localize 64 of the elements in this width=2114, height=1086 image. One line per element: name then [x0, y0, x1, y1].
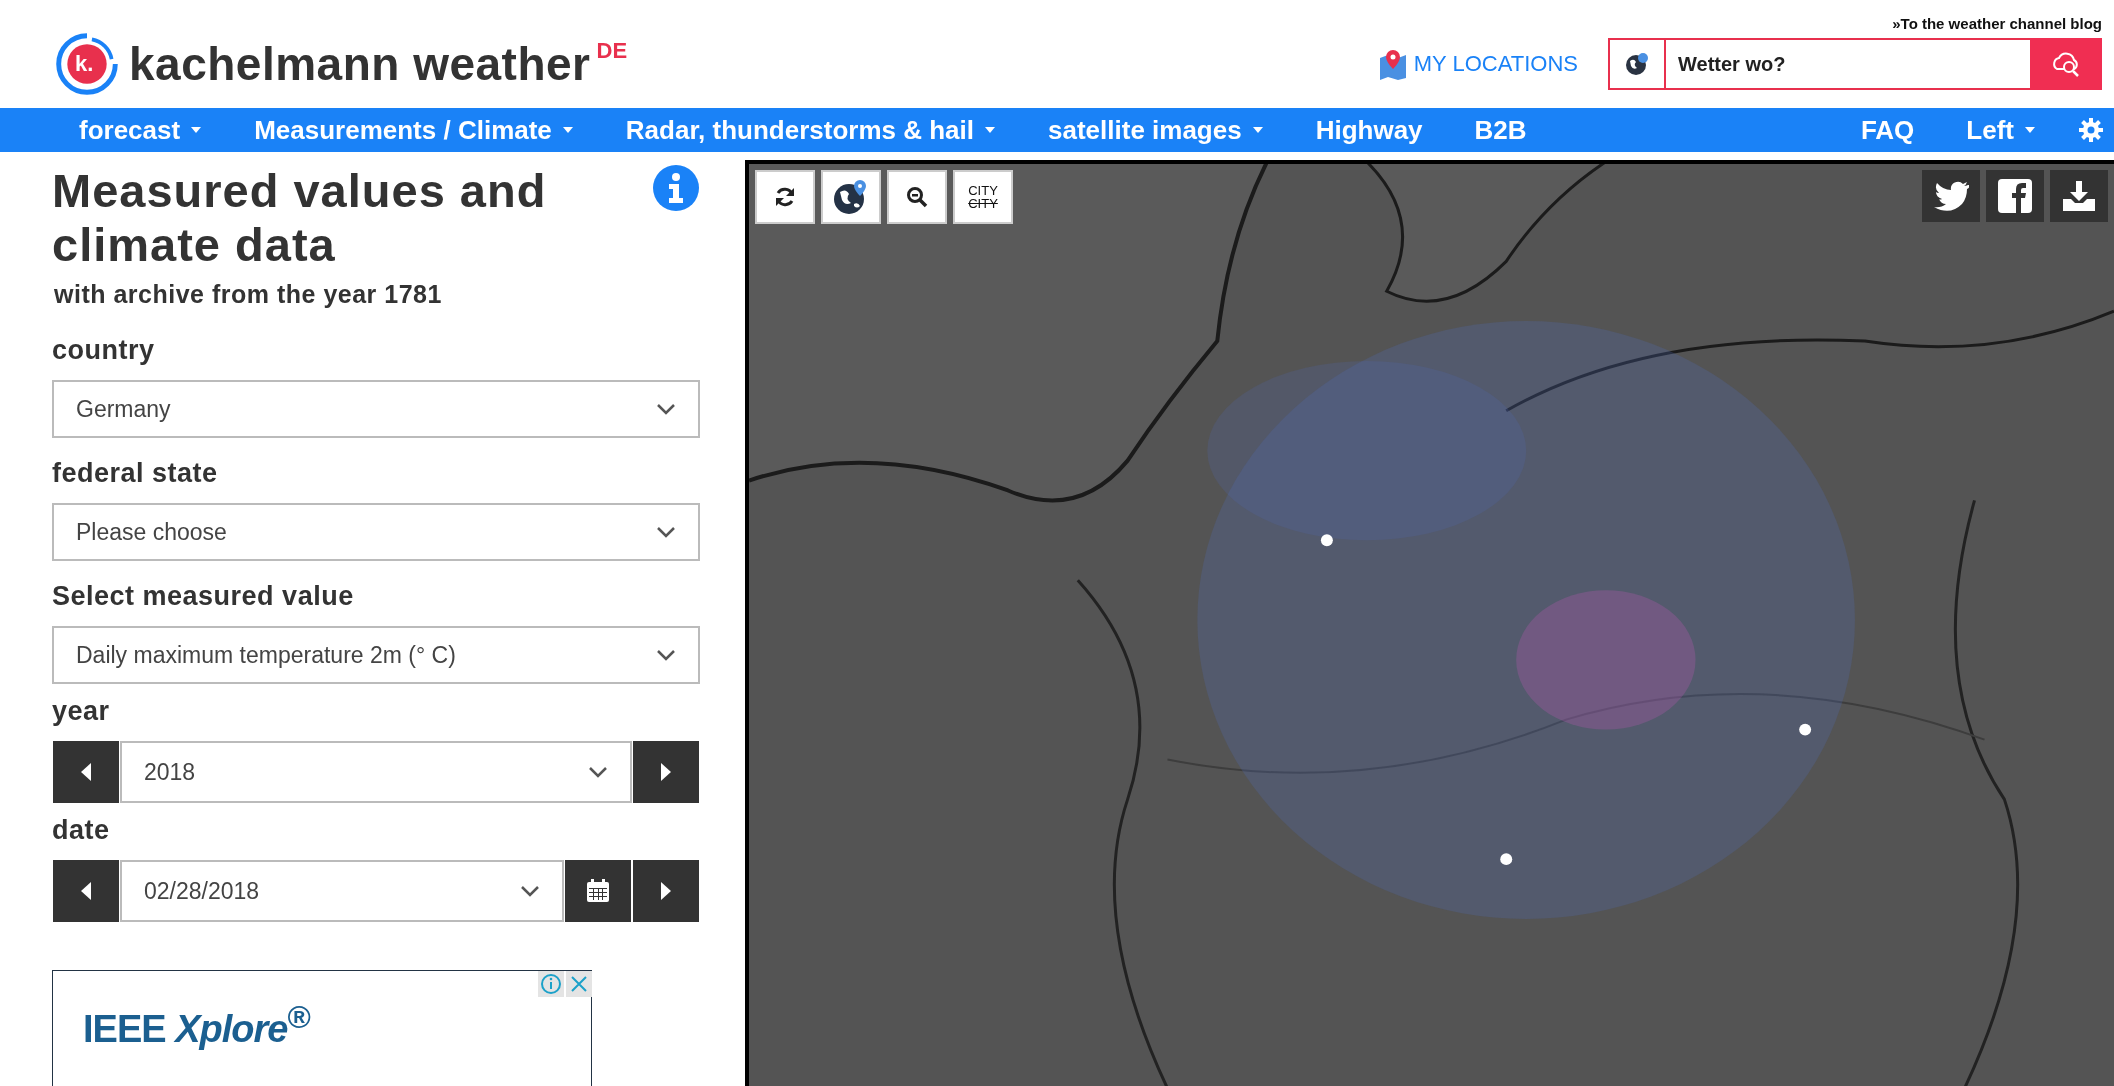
- settings-icon[interactable]: [2078, 117, 2104, 143]
- blog-link[interactable]: »To the weather channel blog: [1892, 15, 2102, 32]
- chevron-icon: [520, 885, 540, 897]
- left-arrow-icon: [79, 881, 93, 901]
- logo-icon: [55, 32, 119, 96]
- chevron-icon: [656, 403, 676, 415]
- map-pin-icon: [1377, 48, 1408, 80]
- city-labels-button[interactable]: CITY CITY: [953, 170, 1013, 224]
- subtitle: with archive from the year 1781: [54, 280, 443, 309]
- search-button[interactable]: [2030, 38, 2102, 90]
- page-title: Measured values and climate data: [52, 164, 548, 272]
- share-button[interactable]: [1986, 170, 2044, 222]
- zoom-out-button[interactable]: [887, 170, 947, 224]
- calendar-button[interactable]: [565, 860, 631, 922]
- field-label: year: [52, 696, 111, 727]
- field-label: country: [52, 335, 156, 366]
- country-code: DE: [596, 38, 628, 64]
- city-text-struck: CITY: [968, 197, 998, 210]
- previous-button[interactable]: [53, 860, 119, 922]
- chevron-icon: [656, 649, 676, 661]
- nav-item[interactable]: B2B: [1474, 114, 1527, 146]
- download-icon: [2062, 179, 2096, 213]
- download-button[interactable]: [2050, 170, 2108, 222]
- previous-button[interactable]: [53, 741, 119, 803]
- field-label: date: [52, 815, 111, 846]
- nav-item[interactable]: Measurements / Climate: [254, 114, 574, 146]
- share-button[interactable]: [1922, 170, 1980, 222]
- refresh-button[interactable]: [755, 170, 815, 224]
- logo-text[interactable]: kachelmann weather: [129, 37, 591, 91]
- map-panel[interactable]: CITY CITY: [745, 160, 2114, 1086]
- dropdown[interactable]: Please choose: [52, 503, 700, 561]
- refresh-icon: [773, 185, 797, 209]
- dropdown[interactable]: 02/28/2018: [120, 860, 564, 922]
- logo-mark: k.: [75, 51, 94, 77]
- calendar-icon: [586, 879, 610, 903]
- dropdown[interactable]: Daily maximum temperature 2m (° C): [52, 626, 700, 684]
- search-field[interactable]: Wetter wo?: [1666, 38, 2030, 90]
- nav-item[interactable]: forecast: [79, 114, 203, 146]
- right-arrow-icon: [659, 762, 673, 782]
- my-locations-link[interactable]: MY LOCATIONS: [1413, 51, 1578, 77]
- nav-item[interactable]: FAQ: [1860, 114, 1915, 146]
- field-label: federal state: [52, 458, 219, 489]
- locate-button[interactable]: [1608, 38, 1666, 90]
- zoom-out-icon: [906, 186, 928, 208]
- field-label: Select measured value: [52, 581, 355, 612]
- nav-item[interactable]: Highway: [1315, 114, 1423, 146]
- nav-item[interactable]: Left: [1966, 114, 2036, 146]
- right-arrow-icon: [659, 881, 673, 901]
- info-icon[interactable]: [652, 164, 700, 212]
- left-arrow-icon: [79, 762, 93, 782]
- next-button[interactable]: [633, 860, 699, 922]
- ad-logo-text: IEEE Xplore$^{®}$: [83, 1007, 310, 1050]
- dropdown[interactable]: Germany: [52, 380, 700, 438]
- dropdown[interactable]: 2018: [120, 741, 632, 803]
- nav-item[interactable]: Radar, thunderstorms & hail: [625, 114, 996, 146]
- next-button[interactable]: [633, 741, 699, 803]
- chevron-icon: [656, 526, 676, 538]
- locate-button[interactable]: [821, 170, 881, 224]
- facebook-icon: [1998, 179, 2032, 213]
- chevron-icon: [588, 766, 608, 778]
- city-text: CITY: [968, 184, 998, 197]
- globe-icon: [1624, 51, 1650, 77]
- bird-icon: [1933, 181, 1969, 211]
- nav-item[interactable]: satellite images: [1048, 114, 1264, 146]
